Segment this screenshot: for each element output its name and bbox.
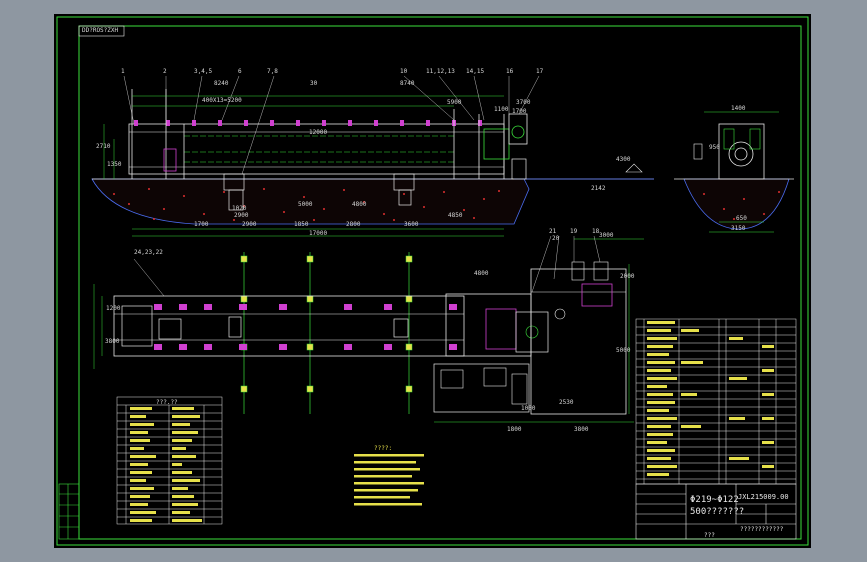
company-name: ???????????? — [740, 526, 784, 533]
dim-label: 2530 — [559, 399, 574, 406]
corner-label: DD?ROS?ZXH — [82, 27, 119, 34]
dim-label: 400X13=5200 — [202, 97, 242, 104]
dim-label: 1000 — [521, 405, 536, 412]
title-line-1: Φ219~Φ122 — [690, 495, 739, 505]
title-footer: ??? — [704, 532, 715, 539]
spec-table-title: ???.?? — [156, 399, 178, 406]
dim-label: 1100 — [494, 106, 509, 113]
dim-label: 950 — [709, 144, 720, 151]
dim-label: 3150 — [731, 225, 746, 232]
part-number-label: 3,4,5 — [194, 68, 213, 75]
dim-label: 1350 — [107, 161, 122, 168]
spec-table-text — [130, 407, 202, 522]
dim-label: 1400 — [731, 105, 746, 112]
dim-label: 12000 — [309, 129, 328, 136]
part-number-label: 10 — [400, 68, 408, 75]
part-number-label: 11,12,13 — [426, 68, 455, 75]
dim-label: 4850 — [448, 212, 463, 219]
dim-label: 3000 — [599, 232, 614, 239]
notes-title: ????: — [374, 445, 393, 452]
part-number-label: 14,15 — [466, 68, 485, 75]
dim-label: 2710 — [96, 143, 111, 150]
title-line-2: 500??????? — [690, 507, 745, 517]
part-number-label: 6 — [238, 68, 242, 75]
cad-drawing — [56, 16, 809, 546]
dim-label: 1800 — [507, 426, 522, 433]
dim-label: 3800 — [574, 426, 589, 433]
dim-label: 4300 — [616, 156, 631, 163]
drawing-number: JXL215009.00 — [738, 493, 789, 501]
left-margin-table — [58, 483, 80, 540]
dim-label: 1700 — [512, 108, 527, 115]
dim-label: 4800 — [352, 201, 367, 208]
dim-label: 1700 — [194, 221, 209, 228]
dim-label: 5000 — [298, 201, 313, 208]
part-number-label: 17 — [536, 68, 544, 75]
dim-label: 3700 — [516, 99, 531, 106]
dim-label: 3600 — [404, 221, 419, 228]
elevation-view — [91, 75, 654, 237]
part-number-label: 19 — [570, 228, 578, 235]
drawing-sheet: DD?ROS?ZXH 1 2 3,4,5 6 7,8 10 11,12,13 1… — [54, 14, 811, 548]
technical-notes — [354, 454, 424, 506]
dim-label: 3800 — [105, 338, 120, 345]
dim-label: 8740 — [400, 80, 415, 87]
dim-label: 2900 — [242, 221, 257, 228]
dim-label: 4800 — [474, 270, 489, 277]
dim-label: 2800 — [346, 221, 361, 228]
screenshot-frame: DD?ROS?ZXH 1 2 3,4,5 6 7,8 10 11,12,13 1… — [0, 0, 867, 562]
dim-label: 5900 — [447, 99, 462, 106]
dim-label: 30 — [310, 80, 318, 87]
dim-label: 650 — [736, 215, 747, 222]
part-number-label: 1 — [121, 68, 125, 75]
dim-label: 2900 — [234, 212, 249, 219]
part-number-label: 24,23,22 — [134, 249, 163, 256]
dim-label: 2142 — [591, 185, 606, 192]
dim-label: 1200 — [106, 305, 121, 312]
part-number-label: 7,8 — [267, 68, 278, 75]
dim-label: 8240 — [214, 80, 229, 87]
dim-label: 5000 — [616, 347, 631, 354]
part-number-label: 20 — [552, 235, 560, 242]
part-number-label: 2 — [163, 68, 167, 75]
part-number-label: 16 — [506, 68, 514, 75]
plan-view — [93, 235, 644, 423]
dim-label: 17000 — [309, 230, 328, 237]
dim-label: 2000 — [620, 273, 635, 280]
dim-label: 1850 — [294, 221, 309, 228]
side-view — [674, 111, 794, 233]
parts-list-text — [647, 321, 774, 476]
